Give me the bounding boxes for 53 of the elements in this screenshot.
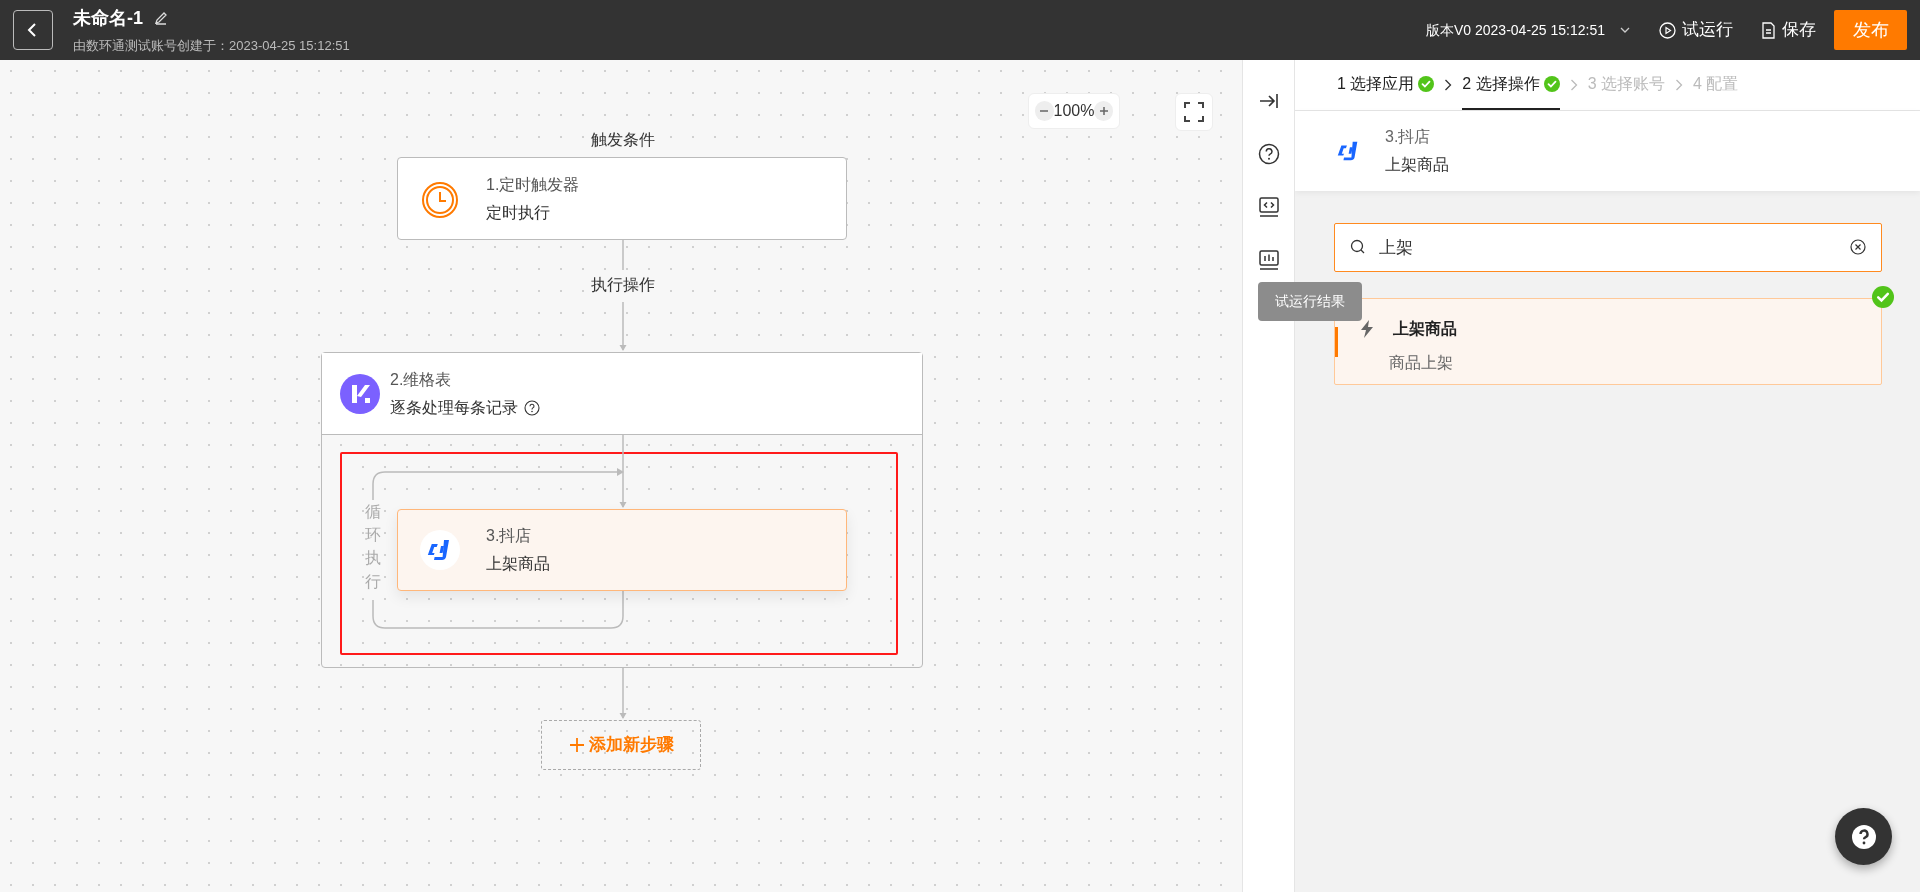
document-icon	[1761, 21, 1776, 39]
trigger-label: 触发条件	[590, 130, 656, 150]
version-label[interactable]: 版本V0 2023-04-25 15:12:51	[1426, 19, 1605, 41]
app-title: 3.抖店	[1385, 127, 1432, 147]
zoom-in-button[interactable]	[1094, 101, 1113, 121]
help-icon[interactable]	[524, 399, 540, 416]
app-logo-icon	[340, 373, 380, 414]
selected-check-icon	[1872, 286, 1894, 308]
flow-subtitle: 由数环通测试账号创建于：2023-04-25 15:12:51	[73, 36, 350, 55]
loop-label: 循环执行	[365, 502, 381, 592]
zoom-out-button[interactable]	[1035, 101, 1054, 121]
node-subtitle: 上架商品	[486, 554, 550, 574]
lightning-icon	[1359, 319, 1375, 339]
chevron-right-icon	[1675, 79, 1684, 91]
plus-icon	[568, 737, 585, 753]
save-button[interactable]: 保存	[1761, 17, 1816, 43]
node-title: 2.维格表	[390, 369, 453, 390]
plus-icon	[1098, 106, 1109, 116]
flow-title: 未命名-1	[73, 6, 143, 30]
clear-icon[interactable]	[1850, 239, 1866, 255]
help-icon[interactable]	[1257, 143, 1280, 165]
node-title: 3.抖店	[486, 526, 533, 546]
tooltip: 试运行结果	[1258, 282, 1362, 321]
action-node[interactable]: 3.抖店 上架商品	[397, 509, 847, 591]
trigger-node[interactable]: 1.定时触发器 定时执行	[397, 157, 847, 240]
code-icon[interactable]	[1257, 196, 1280, 218]
connector-label: 执行操作	[590, 275, 656, 295]
play-circle-icon	[1659, 21, 1676, 39]
result-title: 上架商品	[1393, 319, 1457, 339]
help-icon	[1849, 822, 1878, 851]
test-run-button[interactable]: 试运行	[1659, 17, 1733, 43]
fullscreen-button[interactable]	[1175, 93, 1213, 131]
result-description: 商品上架	[1389, 353, 1454, 373]
check-icon	[1543, 75, 1560, 92]
chevron-right-icon	[1569, 79, 1578, 91]
fullscreen-icon	[1183, 101, 1205, 123]
selection-bar	[1335, 327, 1338, 357]
back-button[interactable]	[13, 10, 53, 50]
chevron-right-icon	[1444, 79, 1453, 91]
check-icon	[1418, 75, 1435, 92]
connector-line	[621, 240, 625, 270]
node-subtitle: 定时执行	[486, 202, 551, 223]
connector-arrow	[618, 302, 628, 352]
zoom-level: 100%	[1053, 101, 1095, 121]
search-field[interactable]: 上架	[1334, 223, 1882, 272]
edit-icon[interactable]	[153, 10, 169, 27]
search-icon	[1350, 239, 1366, 255]
node-title: 1.定时触发器	[486, 174, 580, 195]
chart-icon[interactable]	[1257, 249, 1280, 271]
step-tab[interactable]: 1 选择应用	[1337, 59, 1435, 110]
app-action: 上架商品	[1385, 155, 1449, 175]
loop-node-header[interactable]: 2.维格表 逐条处理每条记录	[322, 353, 922, 435]
node-subtitle: 逐条处理每条记录	[390, 397, 518, 418]
